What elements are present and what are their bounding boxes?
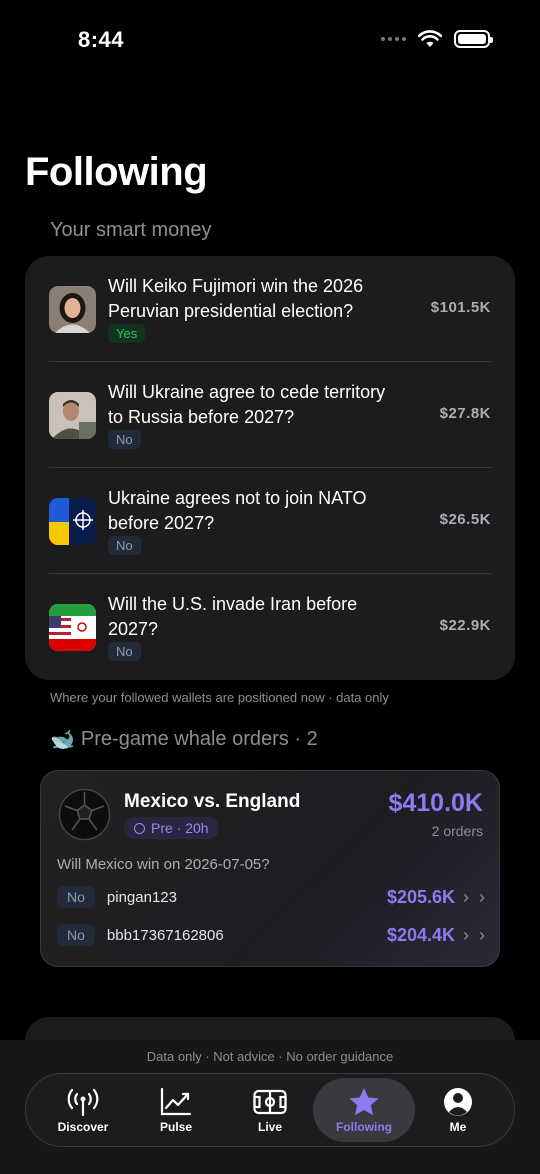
tab-discover[interactable]: Discover	[32, 1078, 134, 1142]
smart-money-item[interactable]: Will the U.S. invade Iran before 2027? N…	[49, 574, 491, 680]
chart-line-icon	[160, 1087, 192, 1115]
portrait-icon	[49, 392, 96, 439]
tab-me[interactable]: Me	[407, 1078, 509, 1142]
wifi-icon	[418, 30, 442, 47]
whale-icon: 🐋	[50, 729, 75, 751]
tab-label: Live	[257, 1119, 282, 1134]
smart-money-caption: Where your followed wallets are position…	[50, 690, 389, 705]
soccer-field-icon	[253, 1089, 287, 1114]
whale-orders-count: 2 orders	[431, 823, 483, 839]
smart-money-item[interactable]: Will Keiko Fujimori win the 2026 Peruvia…	[49, 256, 491, 362]
battery-icon	[454, 30, 493, 48]
order-side-badge: No	[57, 924, 95, 946]
order-amount: $204.4K	[386, 924, 455, 945]
position-amount: $22.9K	[439, 617, 491, 634]
portrait-icon	[49, 286, 96, 333]
clock-icon	[134, 822, 145, 834]
smart-money-item[interactable]: Will Ukraine agree to cede territory to …	[49, 362, 491, 468]
tab-label: Pulse	[159, 1119, 192, 1134]
market-question: Will the U.S. invade Iran before 2027?	[108, 594, 358, 639]
disclaimer: Data only · Not advice · No order guidan…	[146, 1049, 394, 1064]
chevron-right-icon: › ›	[463, 886, 485, 907]
star-icon	[349, 1087, 379, 1115]
order-user: pingan123	[106, 888, 177, 906]
pre-game-badge: Pre · 20h	[124, 817, 219, 839]
us-iran-flag-icon	[49, 604, 96, 651]
status-time: 8:44	[78, 27, 125, 52]
soccer-ball-icon	[58, 788, 111, 841]
tab-label: Me	[449, 1119, 467, 1134]
market-question: Will Ukraine agree to cede territory to …	[108, 382, 386, 427]
tab-pulse[interactable]: Pulse	[125, 1078, 227, 1142]
status-bar: 8:44	[0, 0, 540, 80]
whale-order-row[interactable]: No pingan123 $205.6K › ›	[57, 882, 485, 912]
tab-live[interactable]: Live	[219, 1078, 321, 1142]
tab-label: Following	[336, 1119, 392, 1134]
smart-money-item[interactable]: Ukraine agrees not to join NATO before 2…	[49, 468, 491, 574]
tab-following[interactable]: Following	[313, 1078, 415, 1142]
profile-icon	[444, 1087, 472, 1116]
whale-order-row[interactable]: No bbb17367162806 $204.4K › ›	[57, 920, 485, 950]
position-badge: No	[108, 642, 141, 661]
page-title: Following	[25, 150, 208, 194]
whale-total-amount: $410.0K	[388, 789, 483, 817]
market-question: Will Keiko Fujimori win the 2026 Peruvia…	[108, 276, 364, 321]
position-badge: No	[108, 536, 141, 555]
position-badge: Yes	[108, 324, 146, 343]
pre-game-label: Pre · 20h	[151, 820, 209, 836]
chevron-right-icon: › ›	[463, 924, 485, 945]
broadcast-icon	[67, 1088, 99, 1116]
whale-orders-title: Pre-game whale orders · 2	[80, 728, 318, 750]
smart-money-section-title: Your smart money	[50, 219, 212, 241]
cellular-signal-icon	[381, 37, 406, 41]
market-question: Ukraine agrees not to join NATO before 2…	[108, 488, 367, 533]
position-amount: $26.5K	[439, 511, 491, 528]
status-icons	[381, 30, 493, 48]
tab-label: Discover	[57, 1119, 109, 1134]
order-user: bbb17367162806	[106, 926, 224, 944]
position-amount: $27.8K	[439, 405, 491, 422]
position-badge: No	[108, 430, 141, 449]
match-title: Mexico vs. England	[124, 791, 301, 812]
order-amount: $205.6K	[386, 886, 455, 907]
order-side-badge: No	[57, 886, 95, 908]
tab-bar: Discover Pulse Live Following Me	[25, 1073, 515, 1147]
smart-money-card: Will Keiko Fujimori win the 2026 Peruvia…	[25, 256, 515, 680]
whale-market-question: Will Mexico win on 2026-07-05?	[57, 856, 270, 873]
ukraine-nato-flag-icon	[49, 498, 96, 545]
whale-order-card[interactable]: Mexico vs. England Pre · 20h $410.0K 2 o…	[40, 770, 500, 967]
bottom-area: Data only · Not advice · No order guidan…	[0, 1040, 540, 1174]
position-amount: $101.5K	[430, 299, 491, 316]
whale-orders-section-title: 🐋 Pre-game whale orders · 2	[50, 727, 318, 752]
